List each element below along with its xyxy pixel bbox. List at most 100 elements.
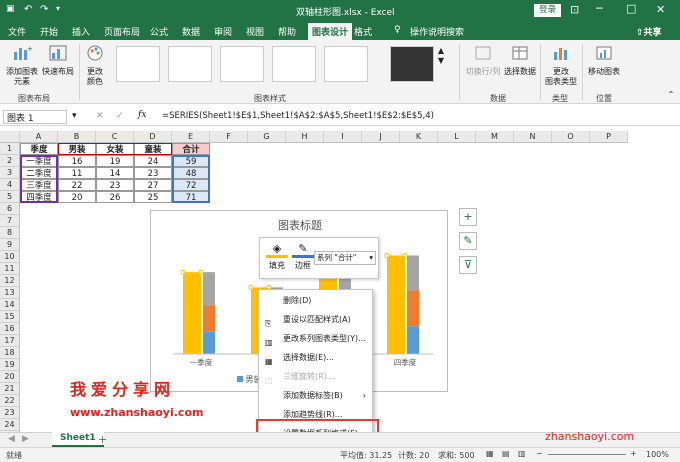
bar-男装[interactable] xyxy=(203,331,215,354)
tab-data[interactable]: 数据 xyxy=(182,25,200,38)
table-header-cell[interactable]: 季度 xyxy=(20,143,58,155)
collapse-ribbon-icon[interactable]: ⌃ xyxy=(666,90,676,100)
row-header-16[interactable]: 16 xyxy=(0,323,20,335)
add-chart-element-button[interactable]: + 添加图表 元素 xyxy=(4,44,40,87)
column-header-M[interactable]: M xyxy=(476,131,514,143)
fill-button[interactable]: ◈ 填充 xyxy=(266,242,288,271)
table-cell[interactable]: 27 xyxy=(134,179,172,191)
table-cell[interactable]: 23 xyxy=(134,167,172,179)
tab-format[interactable]: 格式 xyxy=(354,25,372,38)
row-header-19[interactable]: 19 xyxy=(0,359,20,371)
column-header-I[interactable]: I xyxy=(324,131,362,143)
namebox-dropdown-icon[interactable]: ▾ xyxy=(72,111,77,121)
bar-selection-handle[interactable] xyxy=(248,284,254,290)
zoom-out-button[interactable]: − xyxy=(536,449,543,458)
normal-view-icon[interactable]: ▦ xyxy=(486,449,494,458)
table-cell[interactable]: 16 xyxy=(58,155,96,167)
row-header-6[interactable]: 6 xyxy=(0,203,20,215)
zoom-slider[interactable] xyxy=(548,454,626,455)
menu-item-select-data[interactable]: ▦ 选择数据(E)... xyxy=(259,349,372,367)
table-cell[interactable]: 19 xyxy=(96,155,134,167)
name-box[interactable]: 图表 1 xyxy=(3,110,67,124)
add-sheet-button[interactable]: + xyxy=(98,433,107,446)
share-button[interactable]: ⇧共享 xyxy=(636,25,662,38)
tab-chart-design[interactable]: 图表设计 xyxy=(308,23,353,40)
border-button[interactable]: ✎ 边框 xyxy=(292,242,314,271)
column-header-G[interactable]: G xyxy=(248,131,286,143)
page-layout-view-icon[interactable]: ▤ xyxy=(502,449,510,458)
quick-layout-button[interactable]: 快速布局 xyxy=(40,44,76,77)
column-header-H[interactable]: H xyxy=(286,131,324,143)
table-cell[interactable]: 26 xyxy=(96,191,134,203)
row-header-3[interactable]: 3 xyxy=(0,167,20,179)
menu-item-reset-style[interactable]: ⎘ 重设以匹配样式(A) xyxy=(259,311,372,329)
table-cell[interactable]: 24 xyxy=(134,155,172,167)
login-button[interactable]: 登录 xyxy=(534,4,562,17)
switch-row-column-button[interactable]: 切换行/列 xyxy=(462,44,504,77)
tab-review[interactable]: 审阅 xyxy=(214,25,232,38)
tab-home[interactable]: 开始 xyxy=(40,25,58,38)
tab-help[interactable]: 帮助 xyxy=(278,25,296,38)
column-header-O[interactable]: O xyxy=(552,131,590,143)
bar-童装[interactable] xyxy=(203,272,215,306)
category-label[interactable]: 四季度 xyxy=(394,357,417,367)
sheet-prev-icon[interactable]: ◀ xyxy=(8,434,15,444)
category-label[interactable]: 一季度 xyxy=(190,357,213,367)
column-header-L[interactable]: L xyxy=(438,131,476,143)
fx-icon[interactable]: fx xyxy=(138,110,146,120)
chart-style-2[interactable] xyxy=(168,46,212,82)
minimize-button[interactable]: ─ xyxy=(596,2,603,15)
tell-me-search[interactable]: 操作说明搜索 xyxy=(410,25,464,38)
redo-icon[interactable]: ↷ xyxy=(40,4,48,15)
column-header-C[interactable]: C xyxy=(96,131,134,143)
row-header-17[interactable]: 17 xyxy=(0,335,20,347)
menu-item-change-series-type[interactable]: ▥ 更改系列图表类型(Y)... xyxy=(259,330,372,348)
change-chart-type-button[interactable]: 更改 图表类型 xyxy=(544,44,578,87)
row-header-12[interactable]: 12 xyxy=(0,275,20,287)
row-header-20[interactable]: 20 xyxy=(0,371,20,383)
row-header-15[interactable]: 15 xyxy=(0,311,20,323)
chart-filter-icon[interactable]: ⊽ xyxy=(459,256,477,274)
row-header-24[interactable]: 24 xyxy=(0,419,20,431)
table-header-cell[interactable]: 合计 xyxy=(172,143,210,155)
table-cell[interactable]: 11 xyxy=(58,167,96,179)
column-header-A[interactable]: A xyxy=(20,131,58,143)
column-header-D[interactable]: D xyxy=(134,131,172,143)
row-header-23[interactable]: 23 xyxy=(0,407,20,419)
row-header-11[interactable]: 11 xyxy=(0,263,20,275)
change-colors-button[interactable]: 更改 颜色 xyxy=(82,44,108,87)
chart-styles-button[interactable]: ✎ xyxy=(459,232,477,250)
column-header-F[interactable]: F xyxy=(210,131,248,143)
bar-total[interactable] xyxy=(387,255,405,354)
save-icon[interactable]: ▣ xyxy=(6,4,15,14)
tab-page-layout[interactable]: 页面布局 xyxy=(104,25,140,38)
chart-style-3[interactable] xyxy=(220,46,264,82)
menu-item-add-data-labels[interactable]: 添加数据标签(B) › xyxy=(259,387,372,405)
row-header-4[interactable]: 4 xyxy=(0,179,20,191)
select-data-button[interactable]: 选择数据 xyxy=(504,44,536,77)
table-cell[interactable]: 22 xyxy=(58,179,96,191)
series-select[interactable]: 系列 "合计" ▾ xyxy=(314,251,376,265)
row-header-22[interactable]: 22 xyxy=(0,395,20,407)
sheet-next-icon[interactable]: ▶ xyxy=(22,434,29,444)
row-header-7[interactable]: 7 xyxy=(0,215,20,227)
row-header-21[interactable]: 21 xyxy=(0,383,20,395)
close-button[interactable]: ✕ xyxy=(656,3,665,16)
zoom-level[interactable]: 100% xyxy=(646,450,669,459)
column-header-B[interactable]: B xyxy=(58,131,96,143)
menu-item-delete[interactable]: 删除(D) xyxy=(259,292,372,310)
chart-style-6[interactable] xyxy=(390,46,434,82)
styles-scroll-icon[interactable]: ▲ ▼ xyxy=(437,46,445,66)
tab-view[interactable]: 视图 xyxy=(246,25,264,38)
cancel-icon[interactable]: ✕ xyxy=(96,111,104,121)
bar-selection-handle[interactable] xyxy=(402,252,408,258)
select-all-corner[interactable] xyxy=(0,131,20,143)
row-header-9[interactable]: 9 xyxy=(0,239,20,251)
table-cell[interactable]: 14 xyxy=(96,167,134,179)
bar-selection-handle[interactable] xyxy=(198,269,204,275)
page-break-view-icon[interactable]: ▥ xyxy=(518,449,526,458)
column-header-N[interactable]: N xyxy=(514,131,552,143)
column-header-E[interactable]: E xyxy=(172,131,210,143)
maximize-button[interactable]: □ xyxy=(626,2,636,15)
table-cell[interactable]: 23 xyxy=(96,179,134,191)
